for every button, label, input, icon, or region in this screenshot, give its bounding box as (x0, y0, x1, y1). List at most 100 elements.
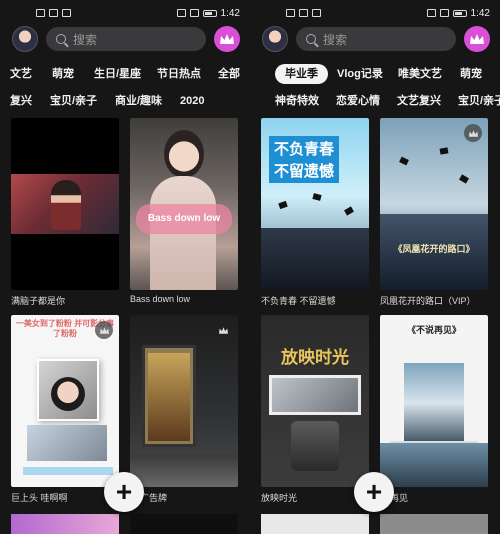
tab-renaissance[interactable]: 文艺复兴 (397, 91, 441, 111)
tab-fuxing[interactable]: 复兴 (10, 91, 32, 111)
search-input[interactable]: 搜索 (296, 27, 456, 51)
signal-icon (36, 9, 45, 17)
overlay-text: 不留遗憾 (269, 158, 339, 183)
vip-crown-button[interactable] (464, 26, 490, 52)
category-tabs-row1: 文艺 萌宠 生日/星座 节日热点 全部 (0, 64, 250, 84)
tab-birthday[interactable]: 生日/星座 (94, 64, 141, 84)
tab-baby[interactable]: 宝贝/亲子 (50, 91, 97, 111)
nfc-icon (176, 9, 186, 17)
status-right-icons: 1:42 (426, 7, 490, 19)
message-icon (62, 9, 71, 17)
plus-icon: + (115, 476, 133, 507)
search-placeholder: 搜索 (73, 32, 98, 47)
template-thumbnail: 《凤凰花开的路口》 (380, 118, 488, 290)
template-thumbnail: 一美女到了粉粉 并可影分事了粉粉 (11, 315, 119, 487)
tab-all[interactable]: 全部 (218, 64, 240, 84)
status-bar: 1:42 (250, 0, 500, 26)
status-time: 1:42 (220, 7, 240, 19)
tab-love[interactable]: 恋爱心情 (336, 91, 380, 111)
template-card-peek[interactable] (11, 514, 119, 534)
template-title: 巨上头 哇啊啊 (11, 493, 68, 503)
category-tabs-row1: 毕业季 Vlog记录 唯美文艺 萌宠 (250, 64, 500, 84)
battery-icon (452, 9, 467, 17)
bluetooth-icon (439, 9, 449, 17)
create-button[interactable]: + (354, 472, 394, 512)
tab-mengchong[interactable]: 萌宠 (460, 64, 482, 84)
overlay-text: 《不说再见》 (406, 325, 461, 335)
category-tabs-row2: 复兴 宝贝/亲子 商业/趣味 2020 (0, 91, 250, 111)
nfc-icon (426, 9, 436, 17)
plus-icon: + (365, 476, 383, 507)
template-card-peek[interactable] (380, 514, 488, 534)
tab-mengchong[interactable]: 萌宠 (52, 64, 74, 84)
left-screen: 1:42 搜索 文艺 萌宠 生日/星座 节日热点 全部 复兴 宝贝/亲子 商业/… (0, 0, 250, 534)
template-card[interactable] (130, 315, 238, 487)
battery-icon (202, 9, 217, 17)
status-time: 1:42 (470, 7, 490, 19)
template-card[interactable]: Bass down low (130, 118, 238, 290)
search-icon (56, 34, 66, 44)
template-card-peek[interactable] (130, 514, 238, 534)
overlay-text: 放映时光 (281, 348, 349, 367)
search-placeholder: 搜索 (323, 32, 348, 47)
template-card[interactable]: 《凤凰花开的路口》 (380, 118, 488, 290)
top-bar: 搜索 (250, 26, 500, 54)
template-title: Bass down low (130, 294, 191, 304)
template-thumbnail: 不负青春 不留遗憾 (261, 118, 369, 290)
overlay-text: 《凤凰花开的路口》 (393, 244, 475, 254)
template-card[interactable]: 放映时光 (261, 315, 369, 487)
create-button[interactable]: + (104, 472, 144, 512)
search-input[interactable]: 搜索 (46, 27, 206, 51)
wifi-icon (299, 9, 308, 17)
crown-icon (220, 34, 234, 44)
vip-crown-button[interactable] (214, 26, 240, 52)
signal-icon (286, 9, 295, 17)
vip-badge (95, 321, 113, 339)
tab-holiday[interactable]: 节日热点 (157, 64, 201, 84)
template-title: 满脑子都是你 (11, 296, 66, 306)
template-thumbnail: 放映时光 (261, 315, 369, 487)
status-right-icons: 1:42 (176, 7, 240, 19)
status-bar: 1:42 (0, 0, 250, 26)
template-title: 放映时光 (261, 493, 298, 503)
tab-business[interactable]: 商业/趣味 (115, 91, 162, 111)
template-thumbnail (130, 315, 238, 487)
tab-vlog[interactable]: Vlog记录 (337, 64, 383, 84)
message-icon (312, 9, 321, 17)
wifi-icon (49, 9, 58, 17)
top-bar: 搜索 (0, 26, 250, 54)
template-thumbnail: 《不说再见》 (380, 315, 488, 487)
crown-icon (468, 129, 478, 137)
avatar[interactable] (262, 26, 288, 52)
template-card[interactable]: 一美女到了粉粉 并可影分事了粉粉 (11, 315, 119, 487)
crown-icon (218, 326, 228, 334)
status-left-icons (286, 9, 321, 17)
tab-graduation[interactable]: 毕业季 (275, 64, 328, 84)
search-icon (306, 34, 316, 44)
overlay-text: Bass down low (147, 213, 221, 224)
status-left-icons (36, 9, 71, 17)
tab-aesthetic[interactable]: 唯美文艺 (398, 64, 442, 84)
template-card[interactable]: 不负青春 不留遗憾 (261, 118, 369, 290)
vip-badge (214, 321, 232, 339)
template-thumbnail: Bass down low (130, 118, 238, 290)
template-card-peek[interactable] (261, 514, 369, 534)
template-thumbnail (11, 118, 119, 290)
crown-icon (470, 34, 484, 44)
bluetooth-icon (189, 9, 199, 17)
screenshot-stage: 1:42 搜索 文艺 萌宠 生日/星座 节日热点 全部 复兴 宝贝/亲子 商业/… (0, 0, 500, 534)
template-title: 凤凰花开的路口（VIP） (380, 296, 476, 306)
crown-icon (99, 326, 109, 334)
template-title: 不负青春 不留遗憾 (261, 296, 336, 306)
tab-wenyi[interactable]: 文艺 (10, 64, 32, 84)
vip-badge (464, 124, 482, 142)
template-card[interactable]: 《不说再见》 (380, 315, 488, 487)
template-card[interactable] (11, 118, 119, 290)
right-screen: 1:42 搜索 毕业季 Vlog记录 唯美文艺 萌宠 神奇特效 恋爱心情 文艺复… (250, 0, 500, 534)
template-title: 广告牌 (140, 493, 168, 503)
tab-effects[interactable]: 神奇特效 (275, 91, 319, 111)
tab-2020[interactable]: 2020 (180, 91, 204, 111)
avatar[interactable] (12, 26, 38, 52)
category-tabs-row2: 神奇特效 恋爱心情 文艺复兴 宝贝/亲子 (250, 91, 500, 111)
tab-baby[interactable]: 宝贝/亲子 (458, 91, 500, 111)
